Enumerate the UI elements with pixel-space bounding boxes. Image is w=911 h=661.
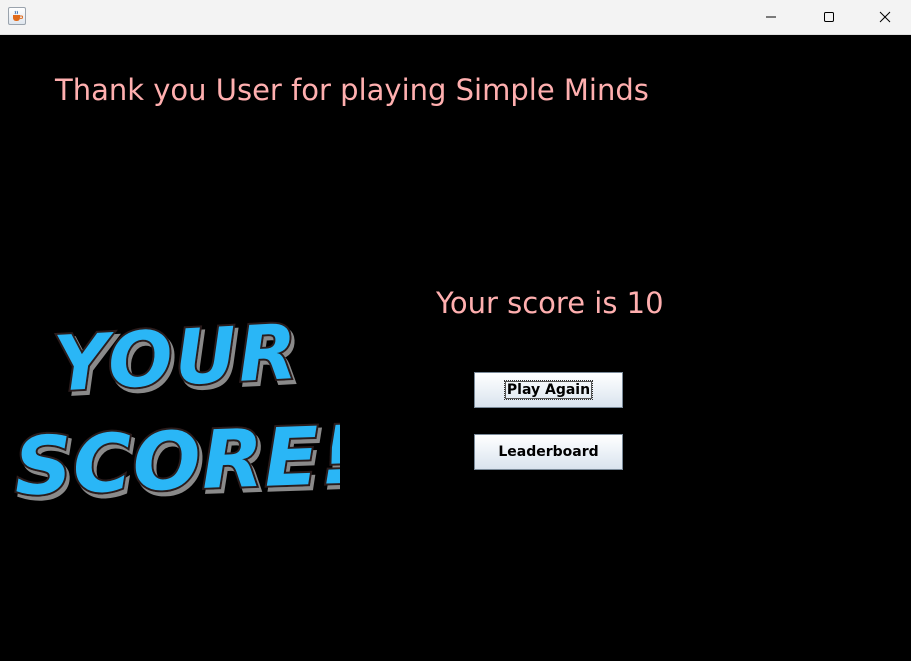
your-text-art: YOUR bbox=[52, 307, 301, 409]
game-window: Thank you User for playing Simple Minds … bbox=[0, 0, 911, 661]
minimize-icon bbox=[766, 16, 776, 18]
maximize-button[interactable] bbox=[800, 0, 858, 34]
close-icon bbox=[879, 11, 890, 23]
your-score-image: YOUR SCORE! bbox=[11, 305, 340, 503]
content-pane: Thank you User for playing Simple Minds … bbox=[0, 35, 911, 661]
play-again-label: Play Again bbox=[503, 380, 594, 400]
leaderboard-button[interactable]: Leaderboard bbox=[474, 434, 623, 470]
java-cup-icon[interactable] bbox=[8, 7, 26, 25]
minimize-button[interactable] bbox=[742, 0, 800, 34]
leaderboard-label: Leaderboard bbox=[498, 444, 599, 460]
thank-you-message: Thank you User for playing Simple Minds bbox=[55, 73, 649, 107]
title-bar[interactable] bbox=[0, 0, 911, 35]
close-button[interactable] bbox=[858, 0, 911, 34]
score-text-art: SCORE! bbox=[13, 408, 340, 503]
play-again-button[interactable]: Play Again bbox=[474, 372, 623, 408]
maximize-icon bbox=[824, 12, 834, 22]
score-message: Your score is 10 bbox=[436, 286, 664, 320]
